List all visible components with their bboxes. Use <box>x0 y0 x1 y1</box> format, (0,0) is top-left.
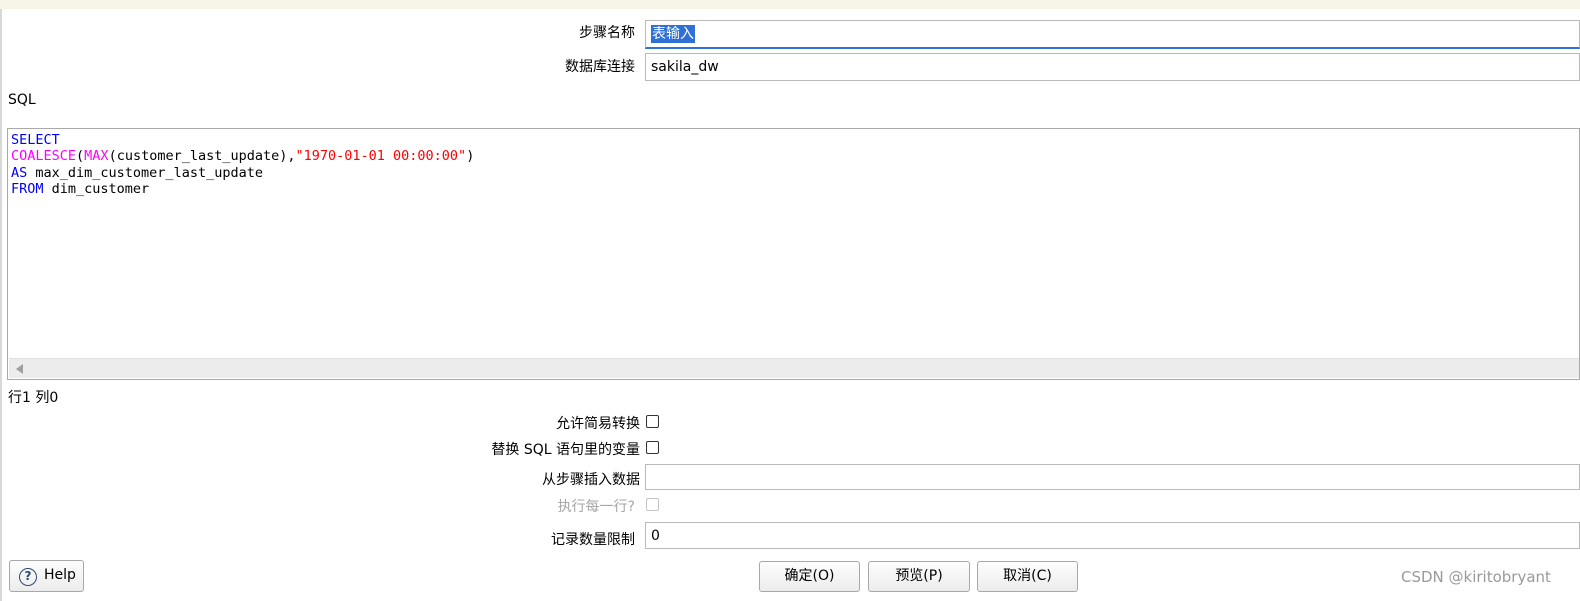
window-left-edge <box>0 9 2 601</box>
cancel-button[interactable]: 取消(C) <box>977 561 1078 592</box>
sql-line: SELECT <box>11 132 474 148</box>
replace-variables-label: 替换 SQL 语句里的变量 <box>491 442 640 458</box>
question-circle-icon: ? <box>19 568 37 586</box>
sql-token: AS <box>11 164 28 181</box>
insert-from-step-select[interactable] <box>645 464 1580 490</box>
limit-input[interactable]: 0 <box>645 522 1580 549</box>
sql-token: COALESCE <box>11 148 77 165</box>
sql-token: ) <box>466 148 475 165</box>
sql-code[interactable]: SELECT COALESCE(MAX(customer_last_update)… <box>11 132 474 197</box>
db-connection-label: 数据库连接 <box>565 59 635 75</box>
replace-variables-checkbox[interactable] <box>646 441 659 454</box>
cursor-position: 行1 列0 <box>8 390 59 406</box>
sql-token: MAX <box>84 148 109 165</box>
db-connection-select[interactable]: sakila_dw <box>645 53 1580 81</box>
sql-editor[interactable]: SELECT COALESCE(MAX(customer_last_update)… <box>7 128 1580 380</box>
step-name-label: 步骤名称 <box>579 25 635 41</box>
sql-line: FROM dim_customer <box>11 181 474 197</box>
execute-each-row-label: 执行每一行? <box>557 499 635 515</box>
sql-token: "1970-01-01 00:00:00" <box>295 148 467 165</box>
step-name-value: 表输入 <box>651 25 695 43</box>
sql-token: ( <box>76 148 85 165</box>
top-band <box>0 0 1580 9</box>
sql-token: FROM <box>11 180 44 197</box>
lazy-conversion-checkbox[interactable] <box>646 415 659 428</box>
help-button[interactable]: ? Help <box>9 560 84 592</box>
ok-button[interactable]: 确定(O) <box>759 561 860 592</box>
sql-label: SQL <box>8 92 36 108</box>
insert-from-step-label: 从步骤插入数据 <box>542 472 640 488</box>
preview-button[interactable]: 预览(P) <box>868 561 970 592</box>
watermark: CSDN @kiritobryant <box>1401 568 1551 586</box>
execute-each-row-checkbox[interactable] <box>646 498 659 511</box>
sql-token: SELECT <box>11 132 60 148</box>
db-connection-value: sakila_dw <box>651 59 719 75</box>
limit-label: 记录数量限制 <box>551 532 635 548</box>
sql-line: AS max_dim_customer_last_update <box>11 165 474 181</box>
horizontal-scrollbar[interactable] <box>9 358 1579 378</box>
lazy-conversion-label: 允许简易转换 <box>556 416 640 432</box>
sql-token: (customer_last_update), <box>108 148 296 165</box>
limit-value: 0 <box>651 528 660 544</box>
sql-token: dim_customer <box>43 180 150 197</box>
arrow-left-icon[interactable] <box>16 364 23 374</box>
sql-line: COALESCE(MAX(customer_last_update),"1970… <box>11 148 474 164</box>
sql-token: max_dim_customer_last_update <box>27 164 263 181</box>
help-button-label: Help <box>44 567 76 583</box>
step-name-input[interactable]: 表输入 <box>645 20 1580 49</box>
